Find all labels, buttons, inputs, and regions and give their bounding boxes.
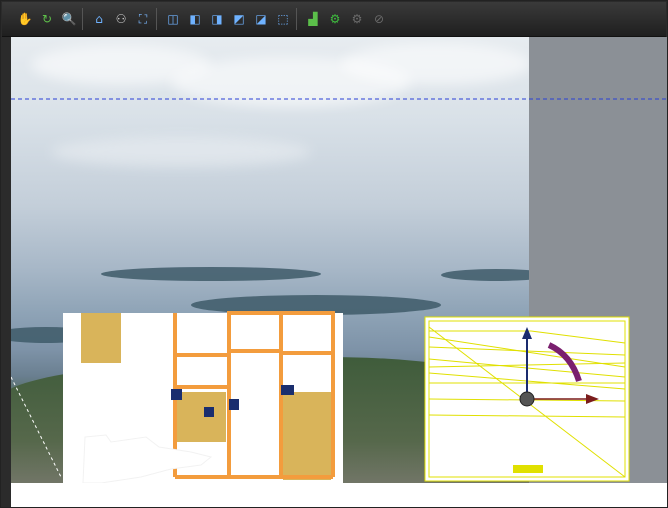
texture-swatch [176, 392, 226, 442]
disabled-reset-icon: ⊘ [373, 12, 385, 26]
transform-gizmo[interactable] [424, 316, 630, 482]
disabled-gear-icon: ⚙ [351, 12, 363, 26]
toolbar: ✋ ↻ 🔍 ⌂ ⚇ ⛶ ◫ ◧ ◨ ◩ ◪ ⬚ ▟ ⚙ ⚙ ⊘ [2, 2, 666, 37]
toolbar-separator [156, 8, 157, 30]
back-view-button[interactable]: ◧ [186, 10, 204, 28]
toolbar-separator [82, 8, 83, 30]
measure-icon: ⛶ [138, 12, 148, 26]
texture-swatch [81, 313, 121, 363]
home-icon: ⌂ [95, 12, 103, 26]
pan-tool-button[interactable]: ✋ [16, 10, 34, 28]
cube-right-icon: ◩ [233, 12, 245, 26]
iso-view-button[interactable]: ⬚ [274, 10, 292, 28]
scene-overlay [11, 98, 667, 483]
gizmo-base-marks [513, 465, 543, 473]
home-view-button[interactable]: ⌂ [90, 10, 108, 28]
walk-icon: ⚇ [115, 12, 127, 26]
background-image-button[interactable]: ▟ [304, 10, 322, 28]
hand-icon: ✋ [17, 12, 33, 26]
selection-handle[interactable] [229, 399, 239, 410]
right-view-button[interactable]: ◩ [230, 10, 248, 28]
settings-button[interactable]: ⚙ [326, 10, 344, 28]
magnifier-icon: 🔍 [61, 12, 77, 26]
selection-handle[interactable] [171, 389, 182, 400]
disabled-tool-2-button[interactable]: ⊘ [370, 10, 388, 28]
app-window: ✋ ↻ 🔍 ⌂ ⚇ ⛶ ◫ ◧ ◨ ◩ ◪ ⬚ ▟ ⚙ ⚙ ⊘ [0, 0, 668, 508]
disabled-tool-1-button[interactable]: ⚙ [348, 10, 366, 28]
walk-tool-button[interactable]: ⚇ [112, 10, 130, 28]
diagonal-guide-line [11, 376, 62, 478]
cube-back-icon: ◧ [189, 12, 201, 26]
measure-tool-button[interactable]: ⛶ [134, 10, 152, 28]
landscape-icon: ▟ [308, 12, 318, 26]
cube-left-icon: ◨ [211, 12, 223, 26]
toolbar-separator [296, 8, 297, 30]
left-view-button[interactable]: ◨ [208, 10, 226, 28]
furniture-object[interactable] [63, 311, 343, 483]
3d-viewport[interactable] [11, 37, 667, 483]
rotate-icon: ↻ [41, 12, 53, 26]
top-view-button[interactable]: ◪ [252, 10, 270, 28]
texture-swatch [283, 392, 331, 480]
status-strip [11, 483, 667, 507]
gizmo-center-pivot[interactable] [519, 391, 535, 407]
front-view-button[interactable]: ◫ [164, 10, 182, 28]
cube-front-icon: ◫ [167, 12, 179, 26]
rotate-tool-button[interactable]: ↻ [38, 10, 56, 28]
selection-handle[interactable] [204, 407, 214, 417]
selection-handle[interactable] [281, 385, 294, 395]
cube-iso-icon: ⬚ [277, 12, 289, 26]
cube-top-icon: ◪ [255, 12, 267, 26]
zoom-tool-button[interactable]: 🔍 [60, 10, 78, 28]
gear-green-icon: ⚙ [329, 12, 341, 26]
